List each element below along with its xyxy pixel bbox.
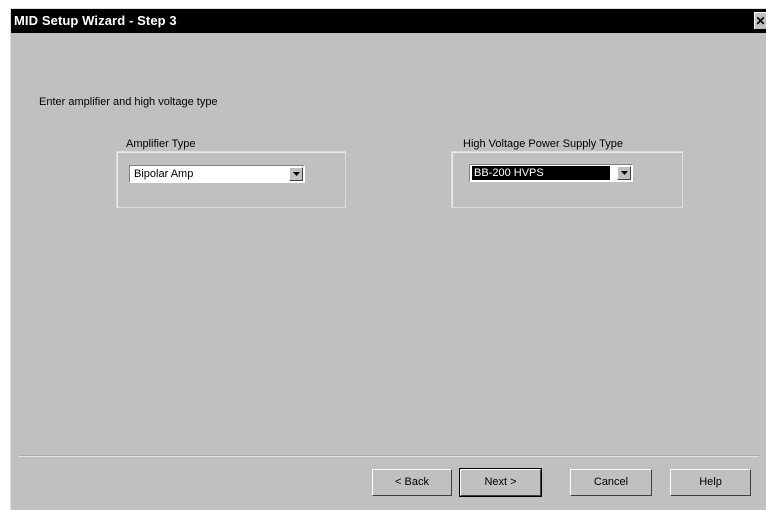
hvps-type-value: BB-200 HVPS [472, 166, 610, 180]
wizard-window: MID Setup Wizard - Step 3 ✕ Enter amplif… [10, 8, 766, 510]
chevron-down-icon [293, 172, 300, 176]
amplifier-type-value: Bipolar Amp [134, 168, 194, 180]
separator-line [19, 455, 759, 457]
amplifier-dropdown-button[interactable] [289, 167, 303, 181]
next-button[interactable]: Next > [459, 468, 542, 497]
cancel-button[interactable]: Cancel [570, 469, 652, 496]
close-button[interactable]: ✕ [754, 12, 766, 29]
amplifier-type-select[interactable]: Bipolar Amp [129, 165, 305, 183]
hvps-dropdown-button[interactable] [617, 166, 631, 180]
window-title: MID Setup Wizard - Step 3 [14, 13, 177, 28]
close-icon: ✕ [755, 14, 766, 28]
chevron-down-icon [621, 171, 628, 175]
amplifier-type-label: Amplifier Type [124, 138, 198, 150]
hvps-type-select[interactable]: BB-200 HVPS [469, 164, 633, 182]
hvps-type-label: High Voltage Power Supply Type [461, 138, 626, 150]
instruction-text: Enter amplifier and high voltage type [39, 96, 218, 108]
back-button[interactable]: < Back [372, 469, 452, 496]
help-button[interactable]: Help [670, 469, 751, 496]
title-bar[interactable]: MID Setup Wizard - Step 3 ✕ [11, 9, 766, 33]
